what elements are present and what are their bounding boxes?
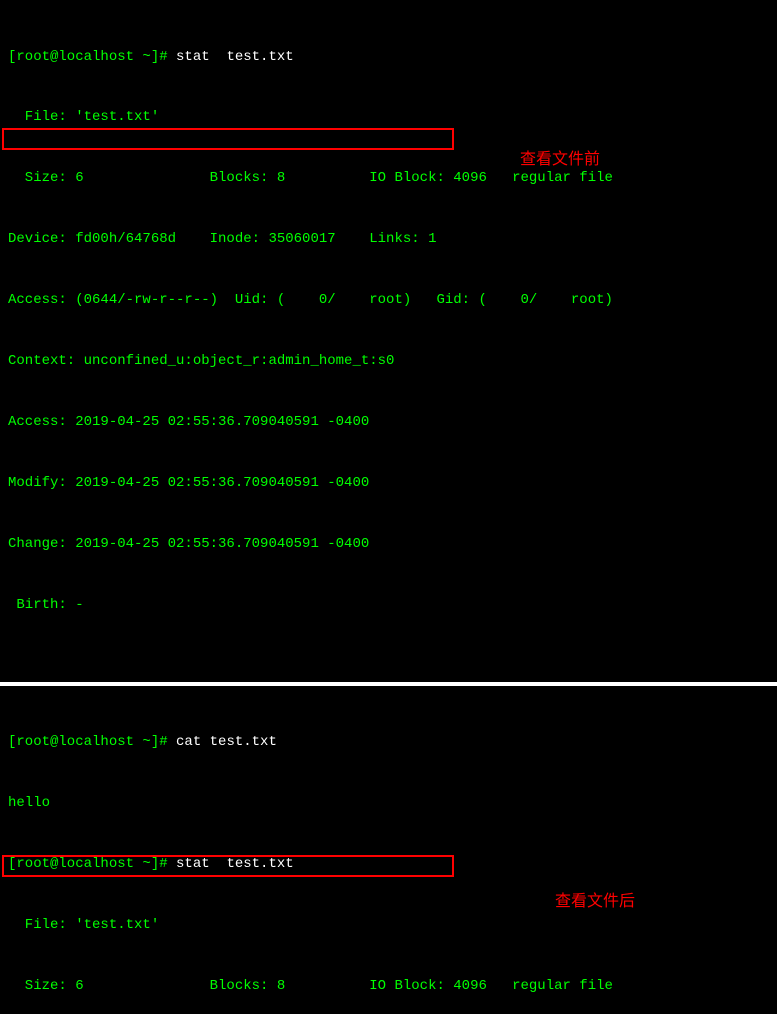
stat-size-line: Size: 6 Blocks: 8 IO Block: 4096 regular…	[8, 168, 769, 188]
shell-prompt: [root@localhost ~]#	[8, 856, 176, 872]
annotation-before: 查看文件前	[520, 148, 600, 171]
stat-change-line: Change: 2019-04-25 02:55:36.709040591 -0…	[8, 534, 769, 554]
stat-birth-line: Birth: -	[8, 595, 769, 615]
cat-output: hello	[8, 793, 769, 813]
stat-access-time-line: Access: 2019-04-25 02:55:36.709040591 -0…	[8, 412, 769, 432]
command-stat: stat test.txt	[176, 856, 294, 872]
highlight-box-before	[2, 128, 454, 150]
annotation-after: 查看文件后	[555, 890, 635, 913]
stat-modify-line: Modify: 2019-04-25 02:55:36.709040591 -0…	[8, 473, 769, 493]
stat-file-line: File: 'test.txt'	[8, 107, 769, 127]
stat-device-line: Device: fd00h/64768d Inode: 35060017 Lin…	[8, 229, 769, 249]
terminal-block-before: [root@localhost ~]# stat test.txt File: …	[0, 0, 777, 682]
prompt-line-cat: [root@localhost ~]# cat test.txt	[8, 732, 769, 752]
terminal-block-after: [root@localhost ~]# cat test.txt hello […	[0, 686, 777, 1014]
command-stat: stat test.txt	[176, 49, 294, 65]
stat-context-line: Context: unconfined_u:object_r:admin_hom…	[8, 351, 769, 371]
command-cat: cat test.txt	[176, 734, 277, 750]
stat-file-line: File: 'test.txt'	[8, 915, 769, 935]
prompt-line: [root@localhost ~]# stat test.txt	[8, 47, 769, 67]
shell-prompt: [root@localhost ~]#	[8, 734, 176, 750]
prompt-line-stat: [root@localhost ~]# stat test.txt	[8, 854, 769, 874]
stat-size-line: Size: 6 Blocks: 8 IO Block: 4096 regular…	[8, 976, 769, 996]
shell-prompt: [root@localhost ~]#	[8, 49, 176, 65]
stat-access-perm-line: Access: (0644/-rw-r--r--) Uid: ( 0/ root…	[8, 290, 769, 310]
